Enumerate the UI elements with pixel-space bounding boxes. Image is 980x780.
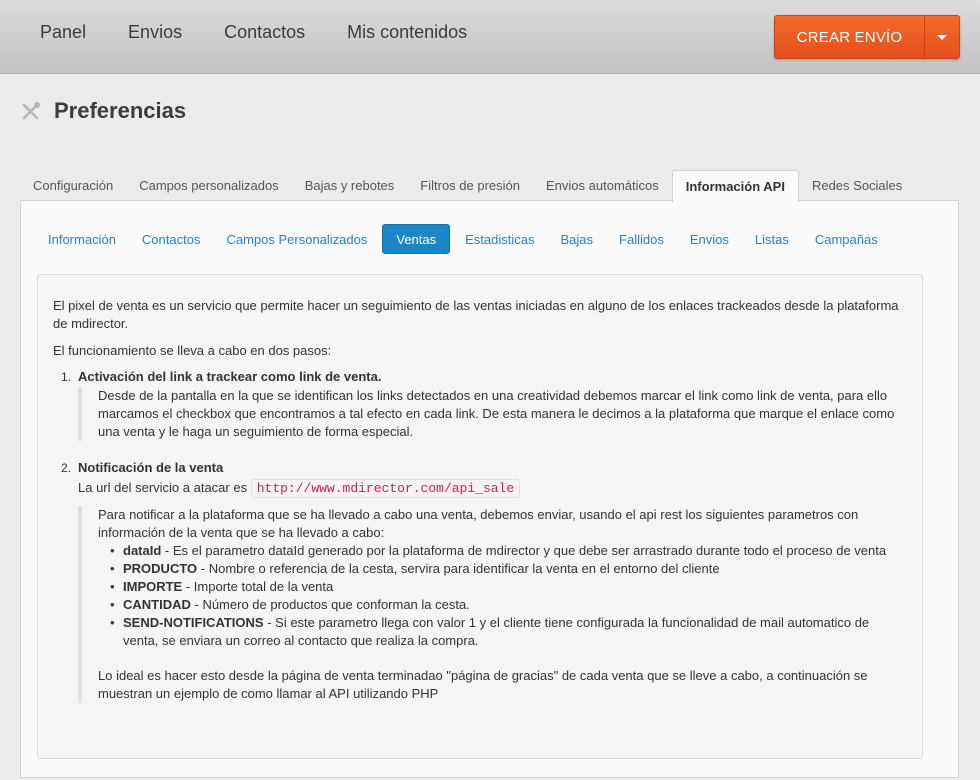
create-send-button-group: CREAR ENVÍO xyxy=(774,15,960,59)
subtab-envios[interactable]: Envios xyxy=(677,224,742,254)
subtab-contactos[interactable]: Contactos xyxy=(129,224,214,254)
intro-paragraph: El pixel de venta es un servicio que per… xyxy=(53,298,899,331)
tab-bajas-rebotes[interactable]: Bajas y rebotes xyxy=(292,170,408,201)
subtab-fallidos[interactable]: Fallidos xyxy=(606,224,677,254)
subtab-estadisticas[interactable]: Estadisticas xyxy=(452,224,547,254)
step-number: 1. xyxy=(61,370,72,384)
param-desc: - Nombre o referencia de la cesta, servi… xyxy=(197,561,720,576)
step-1: 1. Activación del link a trackear como l… xyxy=(53,368,907,441)
subtab-bajas[interactable]: Bajas xyxy=(548,224,607,254)
steps-intro: El funcionamiento se lleva a cabo en dos… xyxy=(53,343,332,358)
param-name: PRODUCTO xyxy=(123,561,198,576)
param-name: IMPORTE xyxy=(123,579,183,594)
tab-redes-sociales[interactable]: Redes Sociales xyxy=(799,170,915,201)
param-name: dataId xyxy=(123,543,162,558)
step-title: Notificación de la venta xyxy=(78,460,224,475)
subtab-ventas[interactable]: Ventas xyxy=(382,224,451,254)
create-send-dropdown-button[interactable] xyxy=(925,16,959,58)
subtab-informacion[interactable]: Información xyxy=(35,224,129,254)
subtab-listas[interactable]: Listas xyxy=(742,224,802,254)
step-2: 2. Notificación de la venta La url del s… xyxy=(53,459,907,703)
list-item: PRODUCTO - Nombre o referencia de la ces… xyxy=(110,560,907,578)
tab-configuracion[interactable]: Configuración xyxy=(20,170,126,201)
list-item: CANTIDAD - Número de productos que confo… xyxy=(110,596,907,614)
param-name: SEND-NOTIFICATIONS xyxy=(123,615,264,630)
top-bar: Panel Envios Contactos Mis contenidos CR… xyxy=(0,0,980,74)
param-desc: - Importe total de la venta xyxy=(182,579,334,594)
top-nav: Panel Envios Contactos Mis contenidos xyxy=(40,22,509,43)
nav-panel[interactable]: Panel xyxy=(40,22,86,43)
service-url-label: La url del servicio a atacar es xyxy=(78,480,248,495)
tab-envios-automaticos[interactable]: Envios automáticos xyxy=(533,170,672,201)
nav-contactos[interactable]: Contactos xyxy=(224,22,305,43)
caret-down-icon xyxy=(937,34,947,40)
subtab-campos-personalizados[interactable]: Campos Personalizados xyxy=(213,224,380,254)
params-list: dataId - Es el parametro dataId generado… xyxy=(98,542,907,650)
param-desc: - Es el parametro dataId generado por la… xyxy=(161,543,887,558)
tools-icon xyxy=(22,102,40,120)
nav-envios[interactable]: Envios xyxy=(128,22,182,43)
api-subtabs: Información Contactos Campos Personaliza… xyxy=(35,224,891,254)
subtab-campanas[interactable]: Campañas xyxy=(802,224,891,254)
tab-campos-personalizados[interactable]: Campos personalizados xyxy=(126,170,291,201)
page-header: Preferencias xyxy=(20,98,186,124)
step-number: 2. xyxy=(61,461,72,475)
params-intro: Para notificar a la plataforma que se ha… xyxy=(98,507,859,540)
step-title: Activación del link a trackear como link… xyxy=(78,369,382,384)
tab-filtros-presion[interactable]: Filtros de presión xyxy=(407,170,533,201)
ventas-content: El pixel de venta es un servicio que per… xyxy=(37,274,923,759)
service-url-line: La url del servicio a atacar es http://w… xyxy=(78,479,907,498)
api-info-panel: Información Contactos Campos Personaliza… xyxy=(20,200,959,778)
final-note: Lo ideal es hacer esto desde la página d… xyxy=(98,668,868,701)
list-item: dataId - Es el parametro dataId generado… xyxy=(110,542,907,560)
tab-informacion-api[interactable]: Información API xyxy=(671,170,799,202)
preferences-tabs: Configuración Campos personalizados Baja… xyxy=(20,170,915,202)
nav-mis-contenidos[interactable]: Mis contenidos xyxy=(347,22,467,43)
param-desc: - Número de productos que conforman la c… xyxy=(190,597,470,612)
param-name: CANTIDAD xyxy=(123,597,191,612)
list-item: SEND-NOTIFICATIONS - Si este parametro l… xyxy=(110,614,907,650)
page-title: Preferencias xyxy=(54,98,187,123)
step-description: Para notificar a la plataforma que se ha… xyxy=(78,506,907,703)
list-item: IMPORTE - Importe total de la venta xyxy=(110,578,907,596)
create-send-button[interactable]: CREAR ENVÍO xyxy=(775,16,925,58)
step-description: Desde de la pantalla en la que se identi… xyxy=(78,387,907,441)
service-url: http://www.mdirector.com/api_sale xyxy=(250,479,521,498)
